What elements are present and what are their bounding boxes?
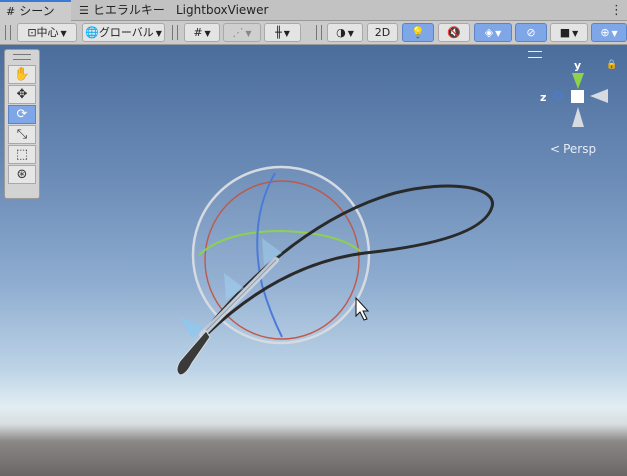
more-vertical-icon: ⋮ — [610, 3, 623, 18]
ruler-icon: ╫ — [275, 26, 282, 39]
move-arrows-icon: ✥ — [16, 87, 28, 102]
neg-y-axis-cone — [572, 107, 584, 127]
shading-sphere-icon: ◑ — [336, 26, 346, 39]
tab-lightboxviewer-label: LightboxViewer — [176, 3, 269, 17]
layers-icon: ◈ — [484, 26, 494, 39]
rotate-tool-button[interactable]: ⟳ — [8, 105, 36, 124]
grid-icon: # — [6, 5, 16, 18]
move-tool-button[interactable]: ✥ — [8, 85, 36, 104]
transform-icon: ⊛ — [16, 167, 28, 182]
scene-visibility-toggle[interactable]: ⊘ — [515, 23, 547, 42]
pivot-space-dropdown[interactable]: 🌐グローバル ▼ — [82, 23, 165, 42]
globe-icon: 🌐 — [85, 26, 99, 39]
toolbar-grip[interactable] — [316, 25, 322, 40]
grid-snap-button[interactable]: # ▼ — [184, 23, 220, 42]
chevron-down-icon: ▼ — [347, 29, 354, 38]
rect-tool-button[interactable]: ⬚ — [8, 145, 36, 164]
eye-off-icon: ⊘ — [526, 26, 536, 39]
speaker-muted-icon: 🔇 — [447, 26, 461, 39]
gizmo-center-cube — [571, 90, 584, 103]
chevron-down-icon: ▼ — [283, 29, 290, 38]
2d-mode-button[interactable]: 2D — [367, 23, 398, 42]
draw-mode-dropdown[interactable]: ◑ ▼ — [327, 23, 363, 42]
chevron-down-icon: ▼ — [60, 29, 67, 38]
stick-grip — [176, 330, 211, 376]
gizmo-panel-handle[interactable] — [528, 51, 542, 58]
rotate-icon: ⟳ — [16, 107, 28, 122]
tab-menu-button[interactable]: ⋮ — [610, 0, 623, 21]
projection-label: Persp — [563, 142, 597, 156]
camera-icon: ■ — [559, 26, 571, 39]
z-axis-cone — [553, 91, 563, 101]
chevron-down-icon: ▼ — [572, 29, 579, 38]
increment-snap-button[interactable]: ╫ ▼ — [264, 23, 301, 42]
pivot-icon: ⊡ — [27, 26, 37, 39]
pivot-mode-label: 中心 — [36, 26, 59, 39]
hand-tool-button[interactable]: ✋ — [8, 65, 36, 84]
chevron-down-icon: ▼ — [611, 29, 618, 38]
scene-toolbar: ⊡中心 ▼ 🌐グローバル ▼ # ▼ ⋰ ▼ ╫ ▼ ◑ ▼ 2D 💡 🔇 ◈ ▼ ⊘ ■ ▼ … — [0, 21, 627, 45]
list-icon: ☰ — [79, 4, 89, 17]
effects-dropdown[interactable]: ◈ ▼ — [474, 23, 512, 42]
perspective-icon: < — [550, 142, 561, 156]
gizmo-z-label: z — [540, 91, 547, 104]
x-axis-cone — [590, 89, 608, 103]
chevron-down-icon: ▼ — [155, 29, 162, 38]
dotted-grid-icon: ⋰ — [232, 26, 244, 39]
grid-snap-icon: # — [193, 26, 203, 39]
gizmo-y-label: y — [574, 59, 582, 72]
scene-viewport[interactable]: ✋ ✥ ⟳ ⤡ ⬚ ⊛ 🔒 y z < Persp — [0, 45, 627, 476]
pivot-space-label: グローバル — [98, 26, 154, 39]
y-axis-cone — [572, 73, 584, 89]
scene-canvas — [176, 165, 494, 376]
grid-visibility-button[interactable]: ⋰ ▼ — [223, 23, 261, 42]
light-bulb-icon: 💡 — [411, 26, 425, 39]
projection-toggle[interactable]: < Persp — [550, 142, 596, 156]
toolbar-grip[interactable] — [172, 25, 178, 40]
chevron-down-icon: ▼ — [495, 29, 502, 38]
tab-hierarchy-label: ヒエラルキー — [92, 3, 165, 17]
rect-icon: ⬚ — [15, 147, 29, 162]
tab-lightboxviewer[interactable]: LightboxViewer — [170, 0, 274, 21]
tab-scene-label: シーン — [19, 4, 55, 18]
toolbar-grip[interactable] — [5, 25, 11, 40]
mouse-cursor — [355, 296, 370, 321]
chevron-down-icon: ▼ — [245, 29, 252, 38]
audio-toggle[interactable]: 🔇 — [438, 23, 470, 42]
tab-bar: # シーン ☰ ヒエラルキー LightboxViewer ⋮ — [0, 0, 627, 21]
chevron-down-icon: ▼ — [204, 29, 211, 38]
tab-hierarchy[interactable]: ☰ ヒエラルキー — [73, 0, 171, 21]
gizmo-globe-icon: ⊕ — [600, 26, 610, 39]
tool-palette-handle[interactable] — [13, 54, 31, 60]
camera-dropdown[interactable]: ■ ▼ — [550, 23, 588, 42]
tool-palette: ✋ ✥ ⟳ ⤡ ⬚ ⊛ — [4, 49, 40, 199]
pivot-mode-dropdown[interactable]: ⊡中心 ▼ — [17, 23, 77, 42]
transform-tool-button[interactable]: ⊛ — [8, 165, 36, 184]
hand-icon: ✋ — [13, 67, 31, 82]
orientation-gizmo[interactable] — [538, 63, 618, 143]
2d-mode-label: 2D — [374, 26, 391, 39]
scale-icon: ⤡ — [16, 127, 28, 142]
scale-tool-button[interactable]: ⤡ — [8, 125, 36, 144]
lighting-toggle[interactable]: 💡 — [402, 23, 434, 42]
tab-scene[interactable]: # シーン — [0, 0, 71, 21]
gizmos-dropdown[interactable]: ⊕ ▼ — [591, 23, 627, 42]
